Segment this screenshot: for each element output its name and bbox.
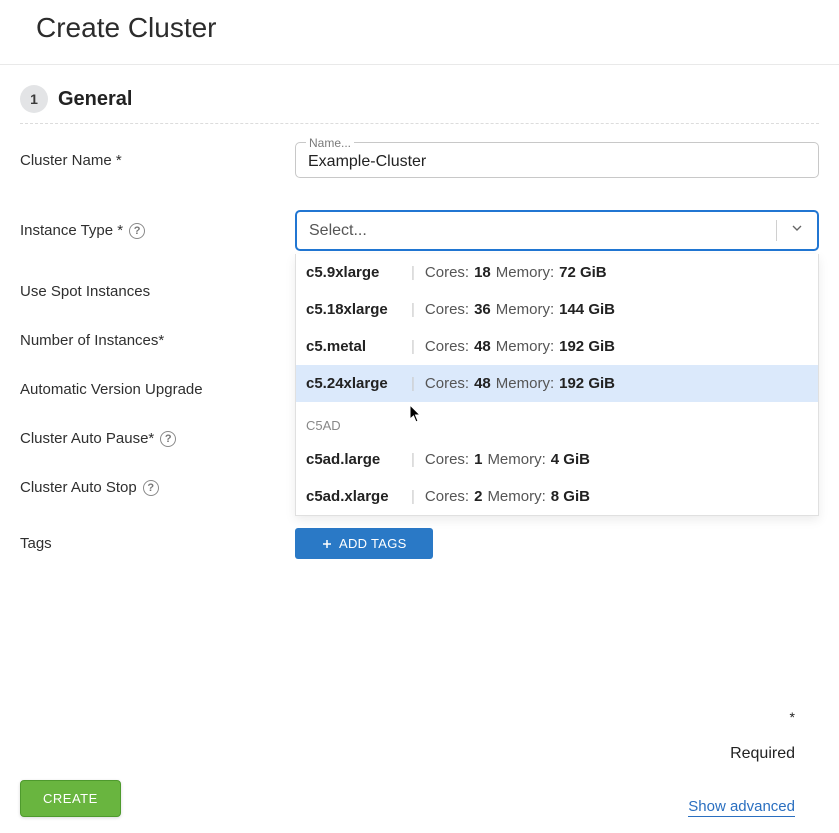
separator-icon: |	[411, 451, 425, 468]
option-meta: Cores:1 Memory:4 GiB	[425, 451, 590, 468]
instance-type-label: Instance Type *	[20, 222, 123, 239]
required-star: *	[730, 709, 795, 725]
option-name: c5.9xlarge	[306, 264, 411, 281]
instance-option[interactable]: c5ad.xlarge|Cores:2 Memory:8 GiB	[296, 478, 818, 515]
tags-label: Tags	[20, 535, 295, 552]
help-icon[interactable]: ?	[160, 431, 176, 447]
cluster-name-field[interactable]: Name...	[295, 142, 819, 178]
cluster-name-floating-label: Name...	[306, 136, 354, 150]
option-group-header: C5AD	[296, 402, 818, 441]
instance-option[interactable]: c5.metal|Cores:48 Memory:192 GiB	[296, 328, 818, 365]
instance-type-dropdown[interactable]: c5.9xlarge|Cores:18 Memory:72 GiBc5.18xl…	[295, 254, 819, 516]
instance-option[interactable]: c5.24xlarge|Cores:48 Memory:192 GiB	[296, 365, 818, 402]
create-button[interactable]: CREATE	[20, 780, 121, 817]
page-title: Create Cluster	[36, 12, 803, 44]
option-meta: Cores:18 Memory:72 GiB	[425, 264, 607, 281]
option-name: c5ad.large	[306, 451, 411, 468]
option-name: c5ad.xlarge	[306, 488, 411, 505]
option-meta: Cores:48 Memory:192 GiB	[425, 375, 615, 392]
instance-type-select[interactable]: Select...	[295, 210, 819, 251]
divider	[20, 123, 819, 124]
option-name: c5.18xlarge	[306, 301, 411, 318]
option-meta: Cores:2 Memory:8 GiB	[425, 488, 590, 505]
instance-option[interactable]: c5ad.large|Cores:1 Memory:4 GiB	[296, 441, 818, 478]
separator-icon: |	[411, 301, 425, 318]
instance-option[interactable]: c5.18xlarge|Cores:36 Memory:144 GiB	[296, 291, 818, 328]
step-number: 1	[20, 85, 48, 113]
plus-icon	[321, 538, 333, 550]
help-icon[interactable]: ?	[143, 480, 159, 496]
cluster-name-label: Cluster Name *	[20, 152, 295, 169]
separator-icon: |	[411, 488, 425, 505]
option-name: c5.metal	[306, 338, 411, 355]
separator-icon: |	[411, 264, 425, 281]
add-tags-button[interactable]: ADD TAGS	[295, 528, 433, 559]
chevron-down-icon	[789, 220, 805, 236]
add-tags-label: ADD TAGS	[339, 536, 407, 551]
select-placeholder: Select...	[309, 222, 367, 240]
instance-option[interactable]: c5.9xlarge|Cores:18 Memory:72 GiB	[296, 254, 818, 291]
help-icon[interactable]: ?	[129, 223, 145, 239]
option-name: c5.24xlarge	[306, 375, 411, 392]
use-spot-label: Use Spot Instances	[20, 283, 295, 300]
auto-stop-label: Cluster Auto Stop	[20, 479, 137, 496]
section-title: General	[58, 88, 132, 111]
num-instances-label: Number of Instances*	[20, 332, 295, 349]
required-text: Required	[730, 745, 795, 763]
option-meta: Cores:36 Memory:144 GiB	[425, 301, 615, 318]
separator-icon: |	[411, 375, 425, 392]
auto-upgrade-label: Automatic Version Upgrade	[20, 381, 295, 398]
cluster-name-input[interactable]	[308, 151, 806, 171]
option-meta: Cores:48 Memory:192 GiB	[425, 338, 615, 355]
separator-icon: |	[411, 338, 425, 355]
auto-pause-label: Cluster Auto Pause*	[20, 430, 154, 447]
show-advanced-link[interactable]: Show advanced	[688, 798, 795, 817]
